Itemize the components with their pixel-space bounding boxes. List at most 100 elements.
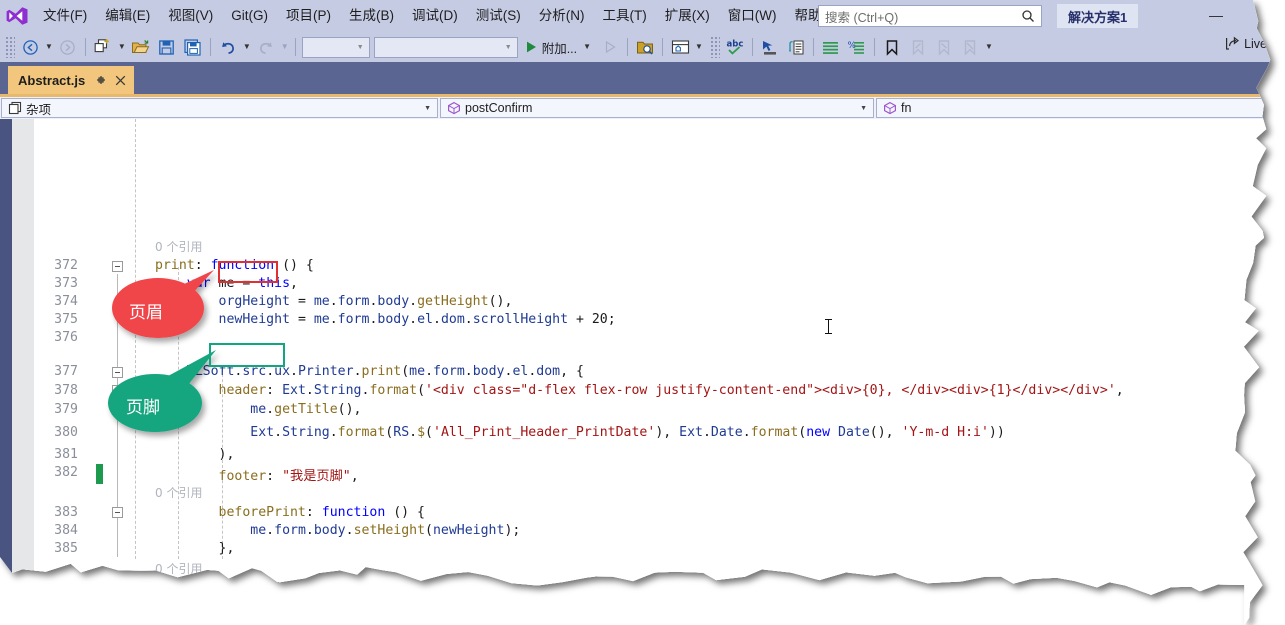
search-input[interactable]: 搜索 (Ctrl+Q) [819,7,1021,26]
text-cursor-ibeam [828,319,829,334]
toolbar-separator [662,38,663,56]
bookmark-icon[interactable] [879,35,905,59]
toolbar-separator [752,38,753,56]
toolbar-grip-handle[interactable] [5,36,15,58]
redo-dropdown-icon[interactable]: ▼ [279,43,291,51]
toolbar-separator [874,38,875,56]
visual-studio-logo-icon [0,0,34,32]
solution-name-chip[interactable]: 解决方案1 [1057,4,1138,28]
save-icon[interactable] [154,35,180,59]
next-bookmark-icon [931,35,957,59]
editor-selection-strip [0,119,12,625]
window-layout-dropdown-icon[interactable]: ▼ [693,43,705,51]
navbar-fn-combo[interactable]: fn [876,98,1276,118]
close-icon[interactable] [115,75,126,86]
indent-guide [135,119,136,559]
undo-dropdown-icon[interactable]: ▼ [241,43,253,51]
new-project-dropdown-icon[interactable]: ▼ [116,43,128,51]
line-number: 374 [54,294,78,309]
navigate-back-dropdown-icon[interactable]: ▼ [43,43,55,51]
indent-block-icon[interactable] [783,35,809,59]
toolbar-separator [295,38,296,56]
menu-window[interactable]: 窗口(W) [719,0,786,32]
fold-toggle-377[interactable] [112,367,123,378]
codelens-reference-count[interactable]: 0 个引用 [155,560,202,577]
code-line-379: me.getTitle(), [250,402,362,417]
redo-icon [253,35,279,59]
navbar-project-label: 杂项 [26,102,52,117]
comment-icon[interactable] [818,35,844,59]
line-number: 383 [54,505,78,520]
codelens-reference-count[interactable]: 0 个引用 [155,238,202,255]
live-share-button[interactable]: Live [1225,36,1267,51]
attach-button[interactable]: 附加... ▼ [520,38,597,57]
spell-check-icon[interactable]: abc [722,35,748,59]
pin-icon[interactable] [95,74,107,86]
menu-extensions[interactable]: 扩展(X) [656,0,719,32]
editor-breakpoint-margin[interactable] [12,119,34,625]
new-project-icon[interactable] [90,35,116,59]
code-line-388: } [155,617,227,625]
window-layout-icon[interactable] [667,35,693,59]
menu-project[interactable]: 项目(P) [277,0,340,32]
navigate-back-icon[interactable] [17,35,43,59]
menu-git[interactable]: Git(G) [222,0,277,32]
line-number: 375 [54,312,78,327]
code-line-382: footer: "我是页脚", [218,469,359,484]
minimize-button[interactable]: — [1196,0,1236,30]
header-keyword-highlight-box [218,261,278,283]
menu-tools[interactable]: 工具(T) [594,0,656,32]
start-without-debug-icon [597,35,623,59]
fold-toggle-386[interactable] [112,589,123,600]
save-all-icon[interactable] [180,35,206,59]
configuration-combo[interactable]: ▼ [302,37,370,58]
codelens-reference-count[interactable]: 0 个引用 [155,484,202,501]
menu-file[interactable]: 文件(F) [34,0,96,32]
code-line-387: me.form.body.setHeight(orgHeight); [250,599,521,614]
chevron-down-icon: ▼ [356,43,364,51]
navbar-fn-label: fn [901,101,912,115]
attach-dropdown-icon[interactable]: ▼ [581,43,593,51]
navbar-project-combo[interactable]: 杂项 ▼ [1,98,438,118]
open-file-icon[interactable] [128,35,154,59]
platform-combo[interactable]: ▼ [374,37,518,58]
method-cube-icon [441,101,465,115]
project-icon [2,101,26,115]
chevron-down-icon[interactable]: ▼ [854,105,873,112]
toolbar-overflow-icon[interactable]: ▼ [983,43,995,51]
svg-text:abc: abc [726,40,743,50]
menu-build[interactable]: 生成(B) [340,0,403,32]
navbar-member-combo[interactable]: postConfirm ▼ [440,98,874,118]
prev-bookmark-icon [905,35,931,59]
menu-view[interactable]: 视图(V) [159,0,222,32]
navigation-bar: 杂项 ▼ postConfirm ▼ fn [0,97,1285,119]
code-line-385: }, [155,541,235,556]
code-editor[interactable]: 0 个引用 372 print: function () { 373 var m… [0,119,1285,625]
chevron-down-icon: ▼ [504,43,512,51]
fold-toggle-378[interactable] [112,385,123,396]
menu-analyze[interactable]: 分析(N) [530,0,594,32]
line-number: 385 [54,541,78,556]
menu-edit[interactable]: 编辑(E) [96,0,159,32]
navigate-forward-icon [55,35,81,59]
code-line-380: Ext.String.format(RS.$('All_Print_Header… [250,425,1005,440]
navbar-member-label: postConfirm [465,101,533,115]
toolbar-separator [85,38,86,56]
toolbar-grip-handle[interactable] [710,36,720,58]
menu-test[interactable]: 测试(S) [467,0,530,32]
standard-toolbar: ▼ ▼ ▼ ▼ ▼ ▼ 附加... ▼ ▼ abc % ▼ Live [0,32,1285,62]
undo-icon[interactable] [215,35,241,59]
fold-toggle-383[interactable] [112,507,123,518]
line-number: 373 [54,276,78,291]
chevron-down-icon[interactable]: ▼ [418,105,437,112]
fold-toggle-372[interactable] [112,261,123,272]
uncomment-icon[interactable]: % [844,35,870,59]
menu-debug[interactable]: 调试(D) [403,0,467,32]
search-box[interactable]: 搜索 (Ctrl+Q) [818,5,1042,27]
find-in-files-icon[interactable] [632,35,658,59]
tab-abstract-js[interactable]: Abstract.js [8,66,134,94]
code-line-383: beforePrint: function () { [218,505,425,520]
code-line-386: afterPrint: function () { [218,581,418,596]
line-number: 379 [54,402,78,417]
step-into-icon[interactable] [757,35,783,59]
